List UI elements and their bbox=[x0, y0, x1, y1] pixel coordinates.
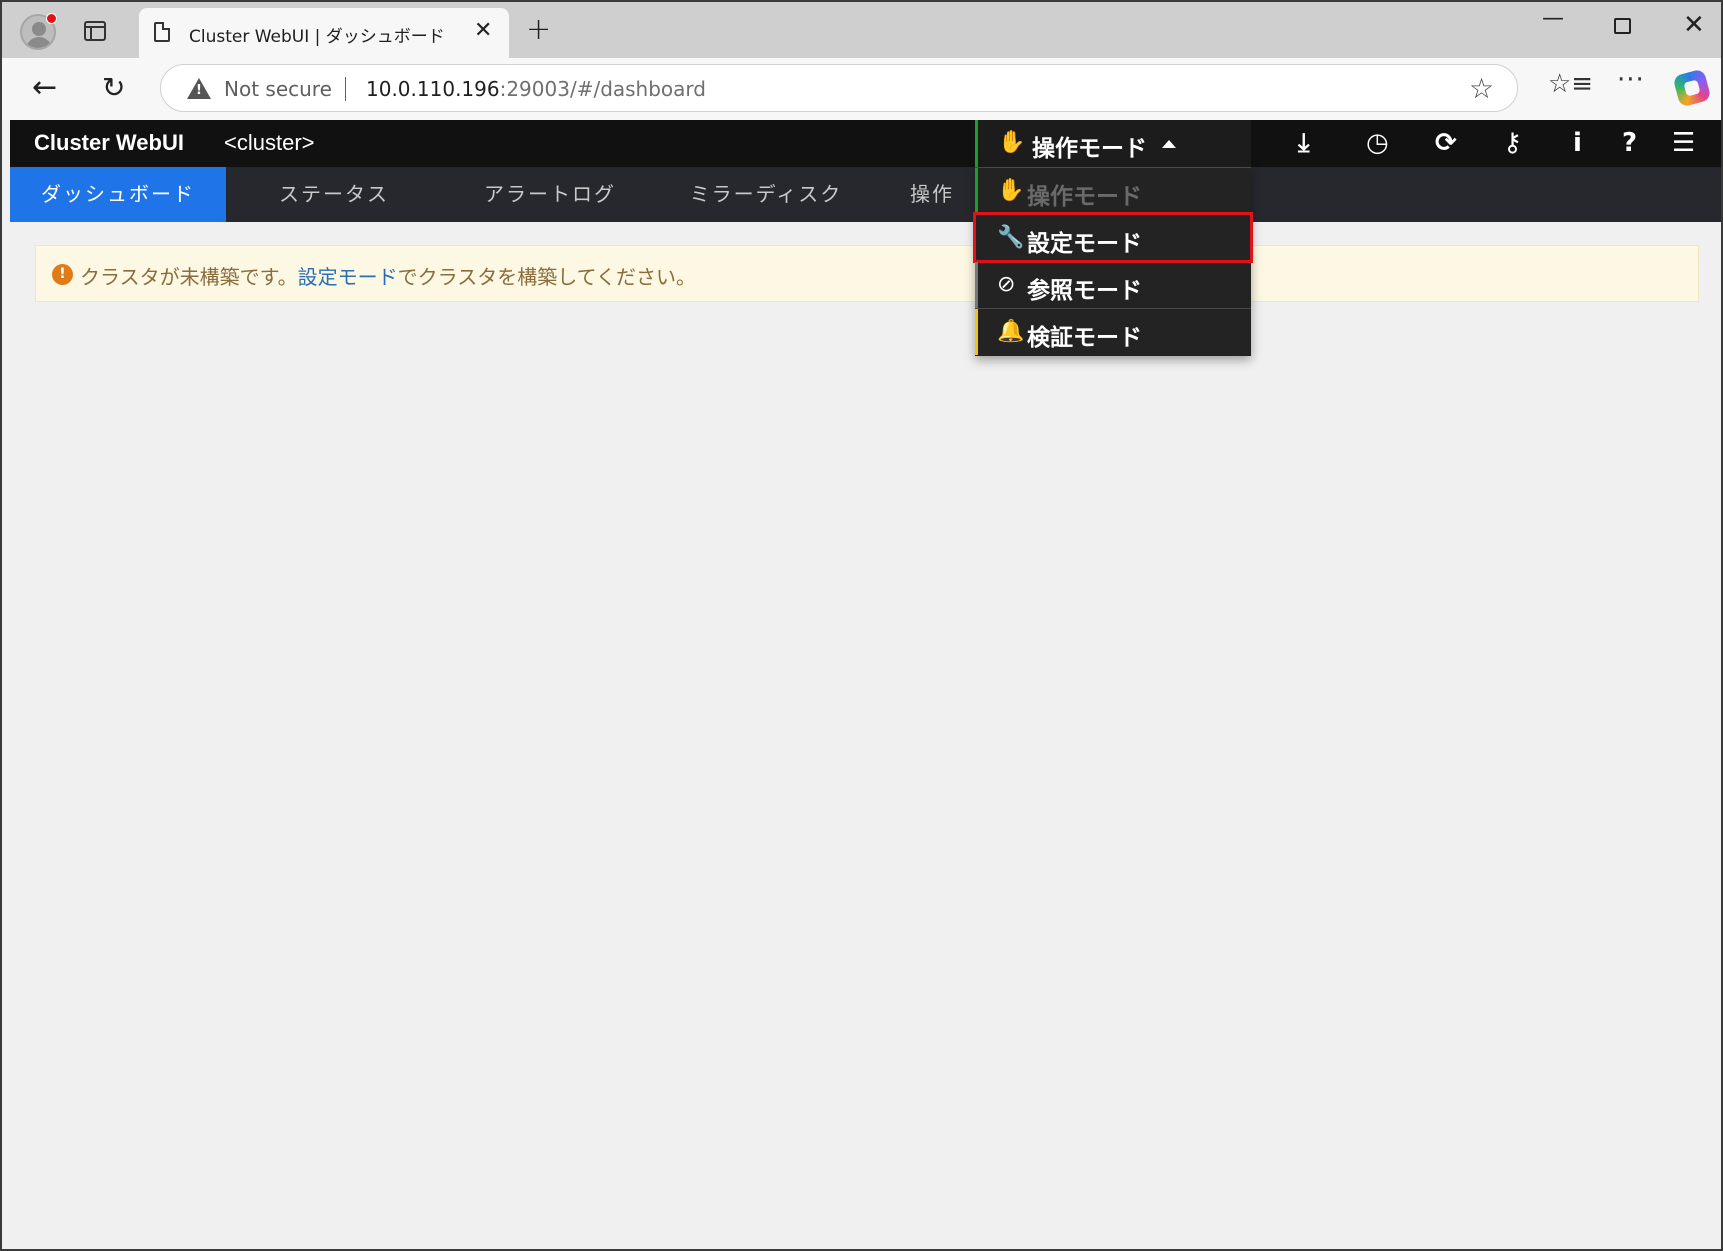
ban-icon: ⊘ bbox=[997, 272, 1016, 297]
hand-icon: ✋ bbox=[997, 178, 1025, 203]
tab-status[interactable]: ステータス bbox=[226, 167, 442, 222]
favorites-icon[interactable]: ☆≡ bbox=[1548, 69, 1593, 99]
mode-dropdown-trigger[interactable]: ✋ 操作モード bbox=[975, 120, 1251, 167]
mode-dropdown-menu: ✋ 操作モード 🔧 設定モード ⊘ 参照モード 🔔 検証モード bbox=[973, 167, 1253, 356]
maximize-icon[interactable] bbox=[1614, 18, 1631, 34]
profile-body bbox=[26, 37, 52, 48]
address-separator bbox=[345, 77, 346, 101]
copilot-icon[interactable] bbox=[1672, 68, 1712, 108]
mode-marker bbox=[975, 168, 978, 214]
tab-alert-log[interactable]: アラートログ bbox=[442, 167, 658, 222]
close-tab-icon[interactable]: ✕ bbox=[474, 18, 492, 43]
config-mode-link[interactable]: 設定モード bbox=[298, 265, 398, 289]
menu-item-verification-mode[interactable]: 🔔 検証モード bbox=[975, 308, 1251, 355]
alert-suffix: でクラスタを構築してください。 bbox=[397, 265, 697, 289]
security-label[interactable]: Not secure bbox=[224, 77, 332, 101]
favorite-star-icon[interactable]: ☆ bbox=[1469, 72, 1494, 105]
mode-marker bbox=[975, 309, 978, 355]
url-text[interactable]: 10.0.110.196:29003/#/dashboard bbox=[366, 77, 706, 101]
menu-item-operation-mode: ✋ 操作モード bbox=[975, 167, 1251, 214]
alert-message: クラスタが未構築です。設定モードでクラスタを構築してください。 bbox=[80, 261, 696, 290]
warning-icon[interactable] bbox=[187, 78, 211, 99]
reload-icon[interactable]: ↻ bbox=[102, 71, 125, 104]
new-tab-icon[interactable]: + bbox=[526, 12, 551, 47]
menu-item-reference-mode[interactable]: ⊘ 参照モード bbox=[975, 261, 1251, 308]
caret-up-icon bbox=[1162, 140, 1176, 148]
current-mode-label: 操作モード bbox=[1032, 136, 1147, 162]
browser-toolbar: ← ↻ Not secure 10.0.110.196:29003/#/dash… bbox=[2, 58, 1721, 120]
download-icon[interactable]: ⤓ bbox=[1298, 128, 1310, 159]
wrench-icon: 🔧 bbox=[997, 225, 1025, 250]
close-window-icon[interactable]: ✕ bbox=[1683, 10, 1705, 40]
browser-tab-active[interactable]: Cluster WebUI | ダッシュボード ✕ bbox=[139, 8, 509, 58]
clock-icon[interactable]: ◷ bbox=[1366, 128, 1389, 158]
refresh-icon[interactable]: ⟳ bbox=[1435, 128, 1457, 158]
info-icon[interactable]: i bbox=[1573, 128, 1582, 158]
menu-item-label: 操作モード bbox=[1027, 184, 1142, 210]
minimize-icon[interactable]: — bbox=[1542, 6, 1564, 31]
tab-actions-icon[interactable] bbox=[84, 21, 106, 41]
app-header: Cluster WebUI <cluster> ⤓ ◷ ⟳ ⚷ i ? ☰ bbox=[10, 120, 1721, 167]
url-host: 10.0.110.196 bbox=[366, 77, 500, 101]
hand-icon: ✋ bbox=[998, 130, 1026, 155]
tab-mirror-disk[interactable]: ミラーディスク bbox=[658, 167, 874, 222]
tab-strip: Cluster WebUI | ダッシュボード ✕ + — ✕ bbox=[2, 2, 1721, 58]
back-icon[interactable]: ← bbox=[32, 70, 57, 105]
tab-title: Cluster WebUI | ダッシュボード bbox=[189, 27, 445, 47]
cluster-name: <cluster> bbox=[224, 130, 315, 155]
app-title: Cluster WebUI bbox=[34, 130, 184, 155]
cluster-warning-alert: ! クラスタが未構築です。設定モードでクラスタを構築してください。 bbox=[35, 245, 1699, 302]
menu-item-label: 設定モード bbox=[1027, 231, 1142, 257]
alert-prefix: クラスタが未構築です。 bbox=[80, 265, 298, 289]
tab-dashboard[interactable]: ダッシュボード bbox=[10, 167, 226, 222]
browser-window: Cluster WebUI | ダッシュボード ✕ + — ✕ ← ↻ Not … bbox=[0, 0, 1723, 1251]
bell-icon: 🔔 bbox=[997, 319, 1025, 344]
main-nav: ダッシュボード ステータス アラートログ ミラーディスク 操作 bbox=[10, 167, 1721, 222]
mode-marker bbox=[975, 262, 978, 308]
tab-operation[interactable]: 操作 bbox=[910, 167, 980, 222]
address-bar[interactable]: Not secure 10.0.110.196:29003/#/dashboar… bbox=[160, 64, 1518, 112]
help-icon[interactable]: ? bbox=[1622, 128, 1637, 158]
exclamation-icon: ! bbox=[52, 264, 73, 285]
notification-dot bbox=[46, 13, 57, 24]
menu-item-label: 検証モード bbox=[1027, 325, 1142, 351]
list-info-icon[interactable]: ☰ bbox=[1672, 128, 1695, 158]
page-icon bbox=[154, 22, 170, 42]
menu-item-config-mode[interactable]: 🔧 設定モード bbox=[973, 212, 1253, 263]
profile-head bbox=[32, 22, 46, 36]
menu-item-label: 参照モード bbox=[1027, 278, 1142, 304]
more-options-icon[interactable]: ··· bbox=[1617, 65, 1645, 95]
key-icon[interactable]: ⚷ bbox=[1503, 128, 1522, 158]
url-path: :29003/#/dashboard bbox=[499, 77, 706, 101]
